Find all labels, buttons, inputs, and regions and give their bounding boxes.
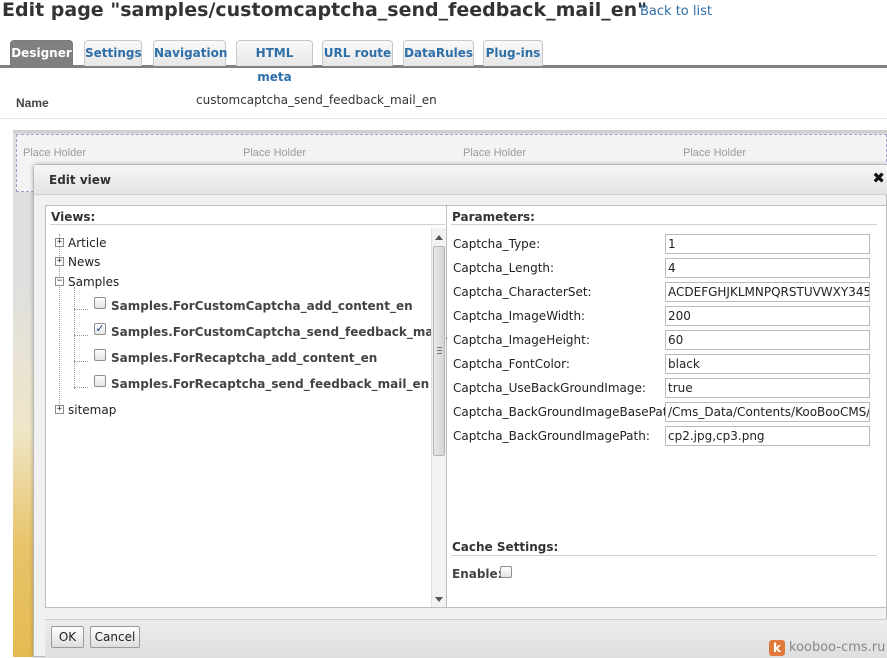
tab-datarules[interactable]: DataRules: [403, 40, 474, 66]
view-checkbox[interactable]: [94, 349, 106, 361]
cancel-button[interactable]: Cancel: [90, 626, 140, 648]
param-input[interactable]: black: [665, 354, 870, 374]
cache-enable-checkbox[interactable]: [500, 566, 512, 578]
view-checkbox-checked[interactable]: ✓: [94, 323, 106, 335]
view-checkbox[interactable]: [94, 375, 106, 387]
expand-icon[interactable]: +: [55, 405, 64, 414]
scroll-thumb[interactable]: [433, 246, 445, 456]
back-to-list-link[interactable]: Back to list: [640, 4, 712, 19]
name-row: Name customcaptcha_send_feedback_mail_en: [0, 85, 887, 119]
tab-plug-ins[interactable]: Plug-ins: [483, 40, 543, 66]
param-label: Captcha_CharacterSet:: [453, 285, 592, 299]
tree-line: [74, 287, 75, 389]
param-label: Captcha_Type:: [453, 237, 541, 251]
param-input[interactable]: 1: [665, 234, 870, 254]
view-label[interactable]: Samples.ForRecaptcha_send_feedback_mail_…: [111, 377, 429, 391]
kooboo-logo: k: [769, 640, 785, 656]
divider: [451, 224, 877, 225]
scroll-up-icon[interactable]: [435, 235, 443, 240]
view-label[interactable]: Samples.ForRecaptcha_add_content_en: [111, 351, 377, 365]
tree-line: [74, 335, 88, 336]
placeholder-label: Place Holder: [683, 147, 746, 159]
param-input[interactable]: /Cms_Data/Contents/KooBooCMS/Me: [665, 402, 870, 422]
ok-button[interactable]: OK: [51, 626, 84, 648]
dialog-footer: OK Cancel: [45, 619, 887, 658]
expand-icon[interactable]: +: [55, 257, 64, 266]
param-input[interactable]: true: [665, 378, 870, 398]
collapse-icon[interactable]: −: [55, 277, 64, 286]
divider: [50, 224, 445, 225]
param-input[interactable]: ACDEFGHJKLMNPQRSTUVWXY345: [665, 282, 870, 302]
param-input[interactable]: 4: [665, 258, 870, 278]
grip-icon: [437, 347, 442, 354]
tab-html-meta[interactable]: HTML meta: [236, 40, 313, 84]
param-label: Captcha_Length:: [453, 261, 555, 275]
parameters-header: Parameters:: [452, 210, 535, 224]
placeholder-label: Place Holder: [23, 147, 86, 159]
scroll-down-icon[interactable]: [435, 597, 443, 602]
name-value: customcaptcha_send_feedback_mail_en: [196, 93, 437, 107]
tab-navigation[interactable]: Navigation: [153, 40, 227, 66]
param-input[interactable]: 60: [665, 330, 870, 350]
view-label[interactable]: Samples.ForCustomCaptcha_add_content_en: [111, 299, 413, 313]
edit-view-dialog: Edit view ✖ Views: + Article + News − Sa…: [33, 164, 887, 658]
views-panel: Views: + Article + News − Samples Sample…: [45, 205, 464, 608]
tree-node-samples[interactable]: Samples: [68, 275, 119, 289]
cache-settings-header: Cache Settings:: [452, 540, 559, 554]
views-scrollbar[interactable]: [431, 228, 446, 607]
param-label: Captcha_UseBackGroundImage:: [453, 381, 646, 395]
tree-line: [74, 309, 88, 310]
watermark-text: kooboo-cms.ru: [789, 640, 886, 655]
tab-bar: Designer Settings Navigation HTML meta U…: [0, 40, 887, 84]
divider: [451, 555, 877, 556]
page-title: Edit page "samples/customcaptcha_send_fe…: [2, 0, 648, 21]
param-label: Captcha_ImageHeight:: [453, 333, 590, 347]
name-label: Name: [16, 96, 49, 110]
view-label[interactable]: Samples.ForCustomCaptcha_send_feedback_m…: [111, 325, 464, 339]
parameters-panel: Parameters: Captcha_Type: 1 Captcha_Leng…: [447, 205, 887, 608]
tab-url-route[interactable]: URL route: [322, 40, 393, 66]
placeholder-label: Place Holder: [243, 147, 306, 159]
tab-designer[interactable]: Designer: [10, 40, 73, 68]
param-input[interactable]: cp2.jpg,cp3.png: [665, 426, 870, 446]
views-header: Views:: [51, 210, 96, 224]
tree-line: [74, 387, 88, 388]
param-label: Captcha_BackGroundImagePath:: [453, 429, 650, 443]
tree-node-sitemap[interactable]: sitemap: [68, 403, 116, 417]
param-label: Captcha_FontColor:: [453, 357, 570, 371]
param-label: Captcha_BackGroundImageBasePath:: [453, 405, 680, 419]
tab-settings[interactable]: Settings: [84, 40, 142, 66]
title-row: Edit page "samples/customcaptcha_send_fe…: [0, 0, 887, 28]
close-icon[interactable]: ✖: [872, 171, 885, 186]
dialog-titlebar[interactable]: Edit view ✖: [34, 165, 887, 195]
dialog-title: Edit view: [49, 173, 111, 187]
tree-node-news[interactable]: News: [68, 255, 100, 269]
expand-icon[interactable]: +: [55, 238, 64, 247]
tree-node-article[interactable]: Article: [68, 236, 107, 250]
param-label: Captcha_ImageWidth:: [453, 309, 586, 323]
designer-side-strip: [13, 280, 33, 657]
cache-enable-label: Enable:: [452, 567, 503, 581]
tree-line: [74, 361, 88, 362]
view-checkbox[interactable]: [94, 297, 106, 309]
placeholder-label: Place Holder: [463, 147, 526, 159]
param-input[interactable]: 200: [665, 306, 870, 326]
